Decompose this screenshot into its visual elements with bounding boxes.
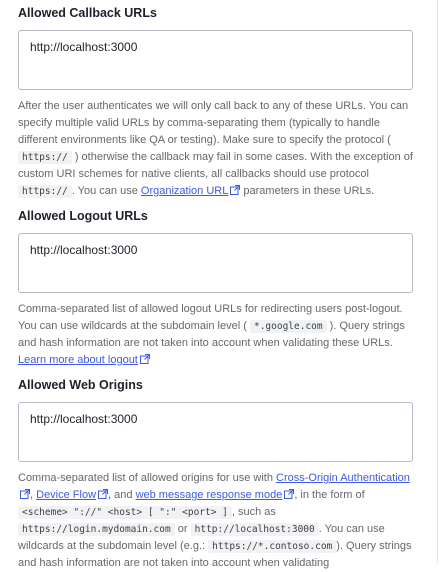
external-link-icon [284,489,295,499]
origin-format-code: <scheme> "://" <host> [ ":" <port> ] [18,506,232,519]
web-origins-section: Allowed Web Origins http://localhost:300… [18,376,413,572]
logout-urls-section: Allowed Logout URLs http://localhost:300… [18,207,413,369]
cross-origin-auth-link[interactable]: Cross-Origin Authentication [276,472,410,484]
wildcard-code: https://*.contoso.com [208,540,337,553]
external-link-icon [230,185,241,195]
organization-url-link[interactable]: Organization URL [141,185,228,197]
external-link-icon [98,489,109,499]
device-flow-link[interactable]: Device Flow [36,489,96,501]
logout-urls-help: Comma-separated list of allowed logout U… [18,303,405,366]
logout-urls-input[interactable]: http://localhost:3000 [18,233,413,293]
wildcard-code: *.google.com [249,320,327,333]
callback-urls-input[interactable]: http://localhost:3000 [18,30,413,90]
web-origins-help: Comma-separated list of allowed origins … [18,472,412,569]
external-link-icon [20,489,30,499]
callback-urls-help: After the user authenticates we will onl… [18,100,413,198]
example-origin-code: http://localhost:3000 [190,523,319,536]
example-origin-code: https://login.mydomain.com [18,523,175,536]
callback-urls-label: Allowed Callback URLs [18,6,157,20]
logout-urls-label: Allowed Logout URLs [18,209,148,223]
learn-more-logout-link[interactable]: Learn more about logout [18,354,138,366]
protocol-code: https:// [18,185,72,198]
web-message-response-mode-link[interactable]: web message response mode [136,489,283,501]
callback-urls-section: Allowed Callback URLs http://localhost:3… [18,4,413,200]
panel-right-border [437,0,438,563]
external-link-icon [139,354,150,364]
protocol-code: https:// [18,151,72,164]
web-origins-label: Allowed Web Origins [18,378,143,392]
web-origins-input[interactable]: http://localhost:3000 [18,402,413,462]
